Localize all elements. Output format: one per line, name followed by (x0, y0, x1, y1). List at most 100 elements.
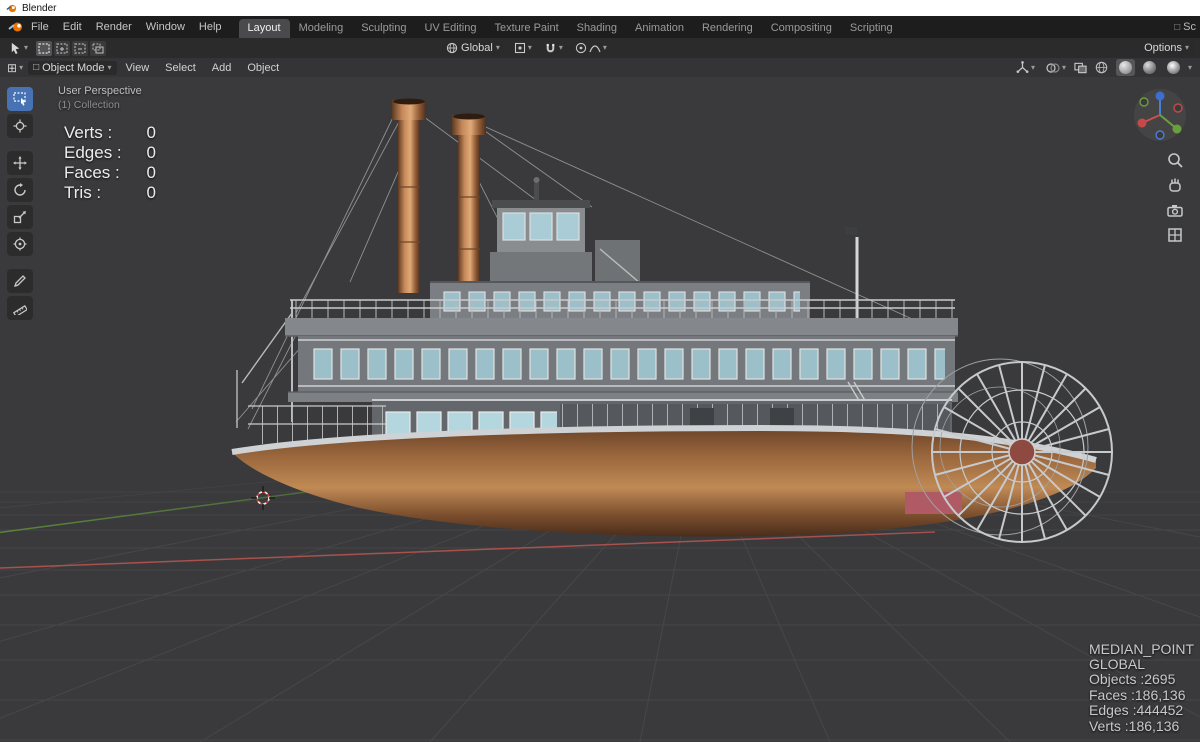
tab-uv-editing[interactable]: UV Editing (415, 19, 485, 38)
falloff-curve-icon (589, 45, 601, 53)
select-mode-extend-button[interactable] (54, 40, 71, 56)
chevron-down-icon: ▾ (527, 43, 532, 52)
pivot-point-dropdown[interactable]: ▾ (511, 41, 535, 55)
mode-dropdown[interactable]: □ Object Mode ▾ (28, 60, 117, 75)
ortho-grid-icon[interactable] (1166, 226, 1184, 244)
snapping-dropdown[interactable]: ▾ (541, 41, 566, 56)
select-mode-group (36, 40, 107, 56)
editor-type-icon: ⊞ (7, 60, 18, 75)
viewport-nav-buttons (1166, 151, 1184, 244)
menu-add[interactable]: Add (205, 60, 239, 76)
magnet-icon (546, 43, 555, 52)
select-cursor-icon (11, 42, 20, 55)
blender-menu-icon[interactable] (8, 21, 24, 33)
shading-rendered-button[interactable] (1164, 59, 1183, 76)
chevron-down-icon: ▾ (19, 62, 24, 72)
shading-material-button[interactable] (1140, 59, 1159, 76)
menu-render[interactable]: Render (89, 19, 139, 35)
scene-stats-overlay: MEDIAN_POINT GLOBAL Objects :2695 Faces … (1088, 641, 1194, 734)
top-deck-railing (285, 299, 958, 337)
collection-label: (1) Collection (58, 99, 120, 111)
pan-hand-icon[interactable] (1166, 176, 1184, 194)
xray-toggle-icon[interactable] (1074, 62, 1087, 74)
stern-flag (845, 227, 857, 235)
shading-wireframe-button[interactable] (1092, 59, 1111, 76)
chevron-down-icon: ▾ (1030, 62, 1035, 72)
editor-type-button[interactable]: ⊞ ▾ (4, 60, 26, 76)
gizmo-neg-y-axis[interactable] (1139, 97, 1149, 107)
stat-faces: Faces :0 (64, 163, 156, 182)
select-mode-set-button[interactable] (36, 40, 53, 56)
scene-name: Sc (1183, 21, 1196, 33)
tab-compositing[interactable]: Compositing (762, 19, 841, 38)
active-tool-button[interactable]: ▾ (6, 40, 31, 56)
transform-orientation-dropdown[interactable]: Global ▾ (441, 41, 505, 55)
menu-edit[interactable]: Edit (56, 19, 89, 35)
tab-shading[interactable]: Shading (568, 19, 626, 38)
edges-count: Edges :444452 (1088, 702, 1184, 719)
navigation-gizmo[interactable] (1132, 87, 1188, 143)
chevron-down-icon[interactable]: ▾ (1188, 63, 1192, 72)
tool-settings-bar: ▾ Global ▾ ▾ ▾ ▾ Options ▾ (0, 38, 1200, 58)
top-menubar: File Edit Render Window Help Layout Mode… (0, 16, 1200, 38)
menu-view[interactable]: View (119, 60, 157, 76)
tool-scale-button[interactable] (7, 205, 33, 229)
chevron-down-icon: ▾ (558, 43, 563, 52)
viewport-header-right: ▾ ▾ ▾ (1013, 59, 1196, 76)
chevron-down-icon: ▾ (107, 62, 112, 72)
gizmos-dropdown[interactable]: ▾ (1013, 60, 1038, 75)
gizmo-z-axis[interactable] (1155, 91, 1165, 101)
scene-selector[interactable]: □ Sc (1174, 21, 1196, 33)
options-dropdown[interactable]: Options ▾ (1139, 41, 1194, 55)
gizmo-y-axis[interactable] (1172, 124, 1182, 134)
workspace-tabs: Layout Modeling Sculpting UV Editing Tex… (238, 16, 902, 38)
viewport-canvas[interactable] (0, 77, 1200, 742)
tab-sculpting[interactable]: Sculpting (352, 19, 415, 38)
tool-select-box-button[interactable] (7, 87, 33, 111)
zoom-icon[interactable] (1166, 151, 1184, 169)
gizmo-neg-x-axis[interactable] (1173, 103, 1183, 113)
chevron-down-icon: ▾ (495, 43, 500, 52)
tab-rendering[interactable]: Rendering (693, 19, 762, 38)
orientation-globe-icon (446, 42, 458, 54)
tab-modeling[interactable]: Modeling (290, 19, 353, 38)
tab-animation[interactable]: Animation (626, 19, 693, 38)
proportional-edit-icon (575, 42, 587, 54)
overlays-dropdown[interactable]: ▾ (1043, 61, 1069, 75)
mode-label: Object Mode (42, 61, 105, 74)
tab-layout[interactable]: Layout (238, 19, 290, 38)
scene-icon: □ (1174, 21, 1181, 33)
tool-move-button[interactable] (7, 151, 33, 175)
shading-solid-button[interactable] (1115, 59, 1135, 76)
menu-object[interactable]: Object (240, 60, 286, 76)
tool-rotate-button[interactable] (7, 178, 33, 202)
view-info-overlay: User Perspective (1) Collection (58, 85, 142, 111)
tool-transform-button[interactable] (7, 232, 33, 256)
select-mode-intersect-button[interactable] (90, 40, 107, 56)
gizmo-x-axis[interactable] (1137, 118, 1147, 128)
tab-texture-paint[interactable]: Texture Paint (485, 19, 567, 38)
window-title: Blender (22, 2, 57, 14)
camera-view-icon[interactable] (1166, 201, 1184, 219)
blender-logo-icon (6, 4, 17, 12)
options-label: Options (1144, 42, 1182, 54)
tool-annotate-button[interactable] (7, 269, 33, 293)
menu-file[interactable]: File (24, 19, 56, 35)
overlays-icon (1046, 62, 1060, 73)
proportional-editing-group[interactable]: ▾ (572, 41, 610, 55)
menu-help[interactable]: Help (192, 19, 229, 35)
pivot-icon (514, 42, 525, 54)
window-titlebar: Blender (0, 0, 1200, 16)
menu-select[interactable]: Select (158, 60, 203, 76)
tool-measure-button[interactable] (7, 296, 33, 320)
orientation-label: Global (461, 42, 493, 54)
tool-cursor-button[interactable] (7, 114, 33, 138)
select-mode-subtract-button[interactable] (72, 40, 89, 56)
menu-window[interactable]: Window (139, 19, 192, 35)
tool-shelf (7, 87, 33, 320)
tab-scripting[interactable]: Scripting (841, 19, 902, 38)
view-perspective-label: User Perspective (58, 85, 142, 97)
gizmo-neg-z-axis[interactable] (1155, 130, 1165, 140)
verts-count: Verts :186,136 (1088, 717, 1180, 734)
chevron-down-icon: ▾ (602, 43, 607, 52)
